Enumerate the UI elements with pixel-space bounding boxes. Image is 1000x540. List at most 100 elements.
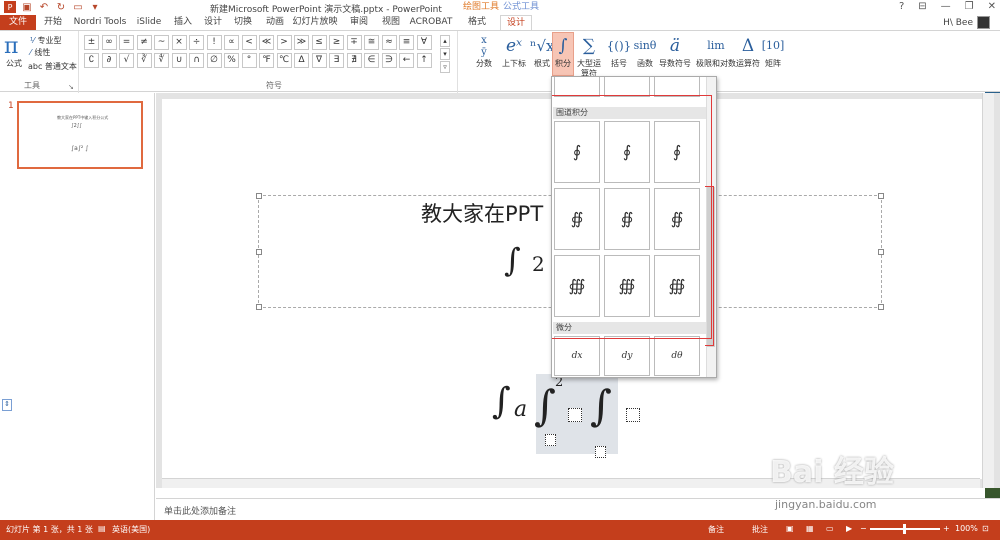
close-icon[interactable]: ✕ — [988, 1, 996, 12]
symbol-button[interactable]: < — [241, 35, 257, 50]
language-status[interactable]: 英语(美国) — [112, 524, 150, 535]
fit-slide-icon[interactable]: ⊡ — [982, 524, 989, 533]
bracket-button[interactable]: {()} 括号 — [606, 33, 632, 69]
tab-home[interactable]: 开始 — [40, 15, 66, 30]
slideshow-view-icon[interactable]: ▶ — [846, 524, 852, 533]
slide-thumbnail[interactable]: 教大家在PPT中输入积分公式 ∫2∫∫ ∫a∫² ∫ — [17, 101, 143, 169]
symbol-button[interactable]: > — [276, 35, 292, 50]
symbols-more-icon[interactable]: ▿ — [440, 61, 450, 73]
zoom-level[interactable]: 100% — [955, 524, 978, 533]
pane-collapse-icon[interactable]: ⇕ — [2, 399, 12, 411]
symbol-button[interactable]: ≫ — [294, 35, 309, 50]
integrand-placeholder[interactable] — [626, 408, 640, 422]
symbol-button[interactable]: ∋ — [381, 53, 397, 68]
symbol-button[interactable]: ÷ — [189, 35, 204, 50]
spell-check-icon[interactable]: ▤ — [98, 524, 106, 533]
integral-button[interactable]: ∫ 积分 — [552, 32, 574, 76]
tools-dialog-launcher-icon[interactable]: ↘ — [68, 83, 74, 91]
gallery-item-contour-integral[interactable]: ∰ — [604, 255, 650, 317]
equation-2-integral-1[interactable]: ∫ — [492, 381, 511, 422]
symbol-button[interactable]: ↑ — [416, 53, 432, 68]
tab-review[interactable]: 审阅 — [346, 15, 372, 30]
symbol-button[interactable]: ≠ — [136, 35, 152, 50]
tab-slideshow[interactable]: 幻灯片放映 — [292, 15, 338, 30]
user-account[interactable]: H\ Bee — [943, 16, 990, 29]
vertical-scrollbar[interactable] — [982, 93, 994, 488]
gallery-item-integral[interactable] — [554, 77, 600, 97]
restore-icon[interactable]: ❐ — [965, 1, 974, 12]
tab-design[interactable]: 设计 — [200, 15, 226, 30]
symbol-button[interactable]: ∄ — [346, 53, 362, 68]
symbols-scroll-up-icon[interactable]: ▴ — [440, 35, 450, 47]
symbol-button[interactable]: ± — [84, 35, 99, 50]
professional-format-button[interactable]: ⅟ 专业型 — [30, 35, 62, 46]
resize-handle[interactable] — [256, 193, 262, 199]
symbol-button[interactable]: ∪ — [171, 53, 187, 68]
symbol-button[interactable]: ∇ — [311, 53, 327, 68]
limit-log-button[interactable]: lim 极限和对数 — [694, 33, 738, 69]
resize-handle[interactable] — [878, 249, 884, 255]
zoom-slider-knob[interactable] — [903, 524, 906, 534]
symbol-button[interactable]: √ — [119, 53, 134, 68]
symbol-button[interactable]: ∁ — [84, 53, 99, 68]
symbol-button[interactable]: ∈ — [364, 53, 379, 68]
function-button[interactable]: sinθ 函数 — [632, 33, 658, 69]
script-button[interactable]: eˣ 上下标 — [500, 33, 528, 69]
symbol-button[interactable]: ∆ — [294, 53, 309, 68]
symbol-button[interactable]: ∅ — [206, 53, 222, 68]
equation-2-variable[interactable]: a — [514, 397, 527, 422]
operator-button[interactable]: Δ 运算符 — [734, 33, 762, 69]
reading-view-icon[interactable]: ▭ — [826, 524, 834, 533]
matrix-button[interactable]: [10] 矩阵 — [760, 33, 786, 69]
minimize-icon[interactable]: — — [941, 1, 951, 12]
symbol-button[interactable]: × — [171, 35, 187, 50]
tab-equation-design[interactable]: 设计 — [500, 15, 532, 30]
symbol-button[interactable]: = — [119, 35, 134, 50]
slide-sorter-icon[interactable]: ▦ — [806, 524, 814, 533]
gallery-item-contour-integral[interactable]: ∮ — [604, 121, 650, 183]
symbol-button[interactable]: ← — [399, 53, 414, 68]
gallery-item-contour-integral[interactable]: ∯ — [554, 188, 600, 250]
normal-view-icon[interactable]: ▣ — [786, 524, 794, 533]
comments-toggle-button[interactable]: 批注 — [752, 524, 768, 535]
formula-button-label[interactable]: 公式 — [6, 58, 22, 69]
symbol-button[interactable]: ~ — [154, 35, 169, 50]
lower-limit-placeholder[interactable] — [595, 446, 606, 458]
symbol-button[interactable]: ∩ — [189, 53, 204, 68]
gallery-item-contour-integral[interactable]: ∰ — [654, 255, 700, 317]
equation-2-integral-3[interactable]: ∫ — [590, 381, 612, 430]
gallery-item-contour-integral[interactable]: ∮ — [554, 121, 600, 183]
equation-2-integral-2[interactable]: ∫ — [534, 381, 556, 430]
large-operator-button[interactable]: ∑ 大型运算符 — [574, 33, 604, 79]
linear-format-button[interactable]: ⁄ 线性 — [30, 47, 50, 58]
plain-text-button[interactable]: abc 普通文本 — [28, 61, 77, 72]
tab-animations[interactable]: 动画 — [262, 15, 288, 30]
gallery-item-contour-integral[interactable]: ∯ — [604, 188, 650, 250]
symbol-button[interactable]: ≡ — [399, 35, 414, 50]
ribbon-display-icon[interactable]: ⊟ — [918, 1, 926, 12]
formula-pi-icon[interactable]: π — [4, 34, 18, 59]
symbol-button[interactable]: ∛ — [136, 53, 152, 68]
symbol-button[interactable]: ∝ — [224, 35, 239, 50]
symbol-button[interactable]: ! — [206, 35, 222, 50]
gallery-item-differential[interactable]: dy — [604, 336, 650, 376]
resize-handle[interactable] — [256, 249, 262, 255]
tab-view[interactable]: 视图 — [378, 15, 404, 30]
tab-format[interactable]: 格式 — [462, 15, 492, 30]
radical-button[interactable]: ⁿ√x 根式 — [530, 33, 555, 69]
symbol-button[interactable]: % — [224, 53, 239, 68]
gallery-item-contour-integral[interactable]: ∮ — [654, 121, 700, 183]
symbol-button[interactable]: ∀ — [416, 35, 432, 50]
resize-handle[interactable] — [878, 193, 884, 199]
tab-islide[interactable]: iSlide — [134, 15, 164, 30]
lower-limit-placeholder[interactable] — [545, 434, 556, 446]
zoom-out-icon[interactable]: − — [860, 524, 867, 533]
undo-icon[interactable]: ↶ — [38, 1, 50, 13]
fraction-button[interactable]: xȳ 分数 — [472, 33, 496, 69]
symbol-button[interactable]: ∃ — [329, 53, 344, 68]
save-icon[interactable]: ▣ — [21, 1, 33, 13]
symbol-button[interactable]: ℃ — [276, 53, 292, 68]
tab-insert[interactable]: 插入 — [170, 15, 196, 30]
help-icon[interactable]: ? — [899, 1, 904, 12]
slide-title-text[interactable]: 教大家在PPT — [421, 198, 543, 228]
